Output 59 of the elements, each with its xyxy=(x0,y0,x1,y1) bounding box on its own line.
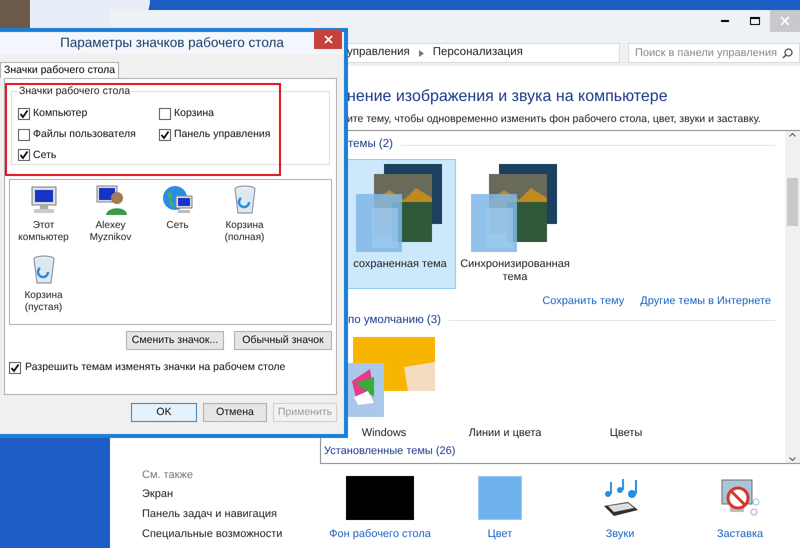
section-title: по умолчанию (3) xyxy=(348,312,441,328)
page-heading: нение изображения и звука на компьютере xyxy=(346,87,669,107)
checkbox-label[interactable]: Файлы пользователя xyxy=(33,126,136,142)
checkbox[interactable] xyxy=(159,128,171,141)
color-swatch[interactable] xyxy=(478,474,522,520)
close-icon xyxy=(780,16,790,26)
tab[interactable]: Значки рабочего стола xyxy=(0,62,120,78)
checkbox[interactable] xyxy=(9,362,21,374)
user-computer-icon xyxy=(94,184,126,216)
link[interactable]: Звуки xyxy=(606,526,634,542)
scroll-down-icon[interactable] xyxy=(789,457,796,461)
link[interactable]: Фон рабочего стола xyxy=(329,526,431,542)
search-icon xyxy=(782,48,793,58)
sidebar-link[interactable]: Экран xyxy=(142,484,320,504)
button[interactable]: Обычный значок xyxy=(234,331,332,350)
checkbox[interactable] xyxy=(18,149,30,162)
section-title: См. также xyxy=(142,468,194,483)
checkbox-label[interactable]: Сеть xyxy=(33,148,56,164)
theme-name[interactable]: Windows xyxy=(344,424,424,441)
link[interactable]: Сохранить тему xyxy=(542,293,624,310)
checkbox-label[interactable]: Компьютер xyxy=(33,106,88,122)
desktop-icon-label[interactable]: Alexey Myznikov xyxy=(78,220,142,244)
button[interactable]: Отмена xyxy=(203,403,267,422)
wallpaper-preview[interactable] xyxy=(346,474,414,520)
desktop-icon-label[interactable]: Корзина (полная) xyxy=(212,220,276,244)
link[interactable]: Другие темы в Интернете xyxy=(640,293,771,310)
breadcrumb-item[interactable]: Персонализация xyxy=(432,44,523,62)
checkbox-label[interactable]: Корзина xyxy=(174,106,214,122)
search-placeholder: Поиск в панели управления xyxy=(635,46,777,61)
breadcrumb-item[interactable]: управления xyxy=(347,44,410,62)
section-title: Установленные темы (26) xyxy=(324,444,456,459)
link[interactable]: Заставка xyxy=(716,526,764,542)
scrollbar-thumb[interactable] xyxy=(787,178,798,226)
chevron-icon xyxy=(418,50,424,56)
dialog-title: Параметры значков рабочего стола xyxy=(0,32,344,54)
scroll-up-icon[interactable] xyxy=(789,133,796,137)
globe-computer-icon xyxy=(162,184,194,216)
theme-tile[interactable]: Синхронизированная тема xyxy=(459,159,571,289)
search-field[interactable]: Поиск в панели управления xyxy=(628,43,800,63)
desktop-icon-label[interactable]: Сеть xyxy=(146,220,210,232)
close-button[interactable] xyxy=(314,30,342,49)
sidebar-link[interactable]: Специальные возможности xyxy=(142,524,320,544)
button[interactable]: OK xyxy=(131,403,197,422)
desktop-icon-label[interactable]: Этот компьютер xyxy=(12,220,76,244)
checkbox[interactable] xyxy=(18,128,30,141)
desktop-icon-label[interactable]: Корзина (пустая) xyxy=(12,290,76,314)
checkbox-label[interactable]: Панель управления xyxy=(174,126,270,142)
theme-name[interactable]: Линии и цвета xyxy=(465,424,545,441)
close-icon xyxy=(324,35,332,44)
button[interactable]: Сменить значок... xyxy=(126,331,224,350)
photo-placeholder xyxy=(0,0,30,28)
sidebar-link[interactable]: Панель задач и навигация xyxy=(142,504,320,524)
checkbox-label[interactable]: Разрешить темам изменять значки на рабочем столе xyxy=(25,360,286,376)
theme-name[interactable]: Цветы xyxy=(586,424,666,441)
link[interactable]: Цвет xyxy=(488,526,512,542)
section-title: темы (2) xyxy=(348,137,393,152)
checkbox[interactable] xyxy=(159,108,171,120)
scrollbar[interactable] xyxy=(785,131,800,463)
checkbox[interactable] xyxy=(18,108,30,120)
